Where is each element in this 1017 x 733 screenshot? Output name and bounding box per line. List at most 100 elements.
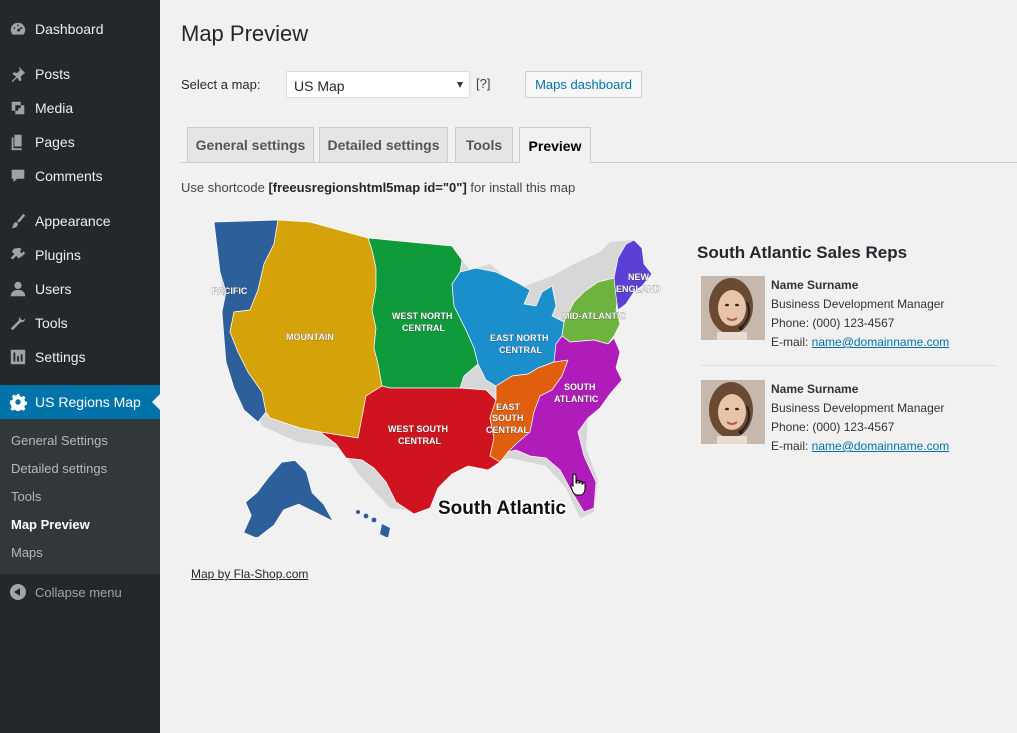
- region-alaska[interactable]: [243, 460, 334, 537]
- map-select[interactable]: US Map: [286, 71, 470, 98]
- rep-phone: Phone: (000) 123-4567: [771, 316, 895, 330]
- menu-label: Users: [35, 281, 72, 297]
- tab-tools[interactable]: Tools: [455, 127, 513, 162]
- menu-label: Appearance: [35, 213, 111, 229]
- submenu-maps[interactable]: Maps: [11, 545, 43, 560]
- menu-label: Comments: [35, 168, 103, 184]
- submenu-tools[interactable]: Tools: [11, 489, 41, 504]
- label-pacific: PACIFIC: [212, 286, 248, 296]
- region-hawaii[interactable]: [356, 510, 390, 537]
- label-esc-line1: EAST: [496, 402, 521, 412]
- tab-divider: [180, 162, 1017, 163]
- map-credit-link[interactable]: Map by Fla-Shop.com: [191, 567, 308, 581]
- collapse-icon: [10, 584, 26, 600]
- tab-detailed-settings[interactable]: Detailed settings: [319, 127, 448, 162]
- rep-avatar: [701, 276, 765, 340]
- brush-icon: [9, 212, 27, 230]
- rep-separator: [701, 365, 997, 366]
- shortcode-value: [freeusregionshtml5map id="0"]: [268, 180, 467, 195]
- label-ne-line2: ENGLAND: [616, 284, 661, 294]
- menu-us-regions-map[interactable]: US Regions Map: [0, 385, 160, 419]
- main-content: Map Preview Select a map: US Map [?] Map…: [160, 0, 1017, 733]
- dashboard-icon: [9, 20, 27, 38]
- rep-details: Name Surname Business Development Manage…: [771, 276, 949, 352]
- menu-label: Settings: [35, 349, 86, 365]
- reps-title: South Atlantic Sales Reps: [697, 243, 908, 262]
- page-title: Map Preview: [181, 21, 309, 46]
- menu-tools[interactable]: Tools: [0, 306, 160, 340]
- comment-icon: [9, 167, 27, 185]
- label-enc-line1: EAST NORTH: [490, 333, 549, 343]
- media-icon: [9, 99, 27, 117]
- submenu-general-settings[interactable]: General Settings: [11, 433, 108, 448]
- hawaii-island: [380, 524, 390, 537]
- menu-comments[interactable]: Comments: [0, 159, 160, 193]
- menu-label: Plugins: [35, 247, 81, 263]
- hover-region-label: South Atlantic: [438, 498, 566, 519]
- label-esc-line3: CENTRAL: [486, 425, 529, 435]
- rep-email-label: E-mail:: [771, 335, 812, 349]
- pin-icon: [9, 65, 27, 83]
- plug-icon: [9, 246, 27, 264]
- rep-avatar: [701, 380, 765, 444]
- menu-posts[interactable]: Posts: [0, 57, 160, 91]
- label-mountain: MOUNTAIN: [286, 332, 334, 342]
- label-enc-line2: CENTRAL: [499, 345, 542, 355]
- us-regions-map: PACIFIC MOUNTAIN WEST NORTH CENTRAL EAST…: [212, 219, 661, 537]
- rep-name: Name Surname: [771, 278, 859, 292]
- rep-email-label: E-mail:: [771, 439, 812, 453]
- rep-email-link[interactable]: name@domainname.com: [812, 335, 950, 349]
- rep-card: Name Surname Business Development Manage…: [701, 380, 1001, 453]
- label-sa-line2: ATLANTIC: [554, 394, 599, 404]
- map-select-value: US Map: [294, 78, 345, 94]
- rep-role: Business Development Manager: [771, 401, 945, 415]
- label-wnc-line2: CENTRAL: [402, 323, 445, 333]
- menu-label: Dashboard: [35, 21, 104, 37]
- maps-dashboard-button[interactable]: Maps dashboard: [525, 71, 642, 98]
- menu-users[interactable]: Users: [0, 272, 160, 306]
- tab-general-settings[interactable]: General settings: [187, 127, 314, 162]
- menu-plugins[interactable]: Plugins: [0, 238, 160, 272]
- menu-label: Pages: [35, 134, 75, 150]
- rep-email-link[interactable]: name@domainname.com: [812, 439, 950, 453]
- dropdown-arrow-icon: [457, 82, 463, 88]
- label-sa-line1: SOUTH: [564, 382, 596, 392]
- sliders-icon: [9, 348, 27, 366]
- rep-email-row: E-mail: name@domainname.com: [771, 437, 949, 456]
- rep-details: Name Surname Business Development Manage…: [771, 380, 949, 456]
- label-mid-atlantic: MID-ATLANTIC: [562, 311, 626, 321]
- submenu-detailed-settings[interactable]: Detailed settings: [11, 461, 107, 476]
- pages-icon: [9, 133, 27, 151]
- rep-phone: Phone: (000) 123-4567: [771, 420, 895, 434]
- label-wsc-line1: WEST SOUTH: [388, 424, 448, 434]
- menu-pages[interactable]: Pages: [0, 125, 160, 159]
- select-map-label: Select a map:: [181, 77, 261, 92]
- rep-role: Business Development Manager: [771, 297, 945, 311]
- rep-card: Name Surname Business Development Manage…: [701, 276, 1001, 349]
- shortcode-hint: Use shortcode [freeusregionshtml5map id=…: [181, 180, 575, 195]
- hawaii-island: [371, 517, 377, 523]
- gear-icon: [9, 393, 27, 411]
- tab-preview[interactable]: Preview: [519, 127, 591, 163]
- menu-media[interactable]: Media: [0, 91, 160, 125]
- label-esc-line2: SOUTH: [492, 413, 524, 423]
- collapse-menu-button[interactable]: Collapse menu: [0, 578, 160, 606]
- shortcode-suffix: for install this map: [466, 180, 576, 195]
- rep-name: Name Surname: [771, 382, 859, 396]
- hawaii-island: [356, 510, 360, 514]
- menu-label: Posts: [35, 66, 71, 82]
- help-link[interactable]: [?]: [476, 76, 490, 91]
- menu-settings[interactable]: Settings: [0, 340, 160, 374]
- wrench-icon: [9, 314, 27, 332]
- menu-appearance[interactable]: Appearance: [0, 204, 160, 238]
- menu-label: US Regions Map: [35, 394, 141, 410]
- admin-sidebar: Dashboard Posts Media Pages Comments App…: [0, 0, 160, 733]
- label-wnc-line1: WEST NORTH: [392, 311, 453, 321]
- label-wsc-line2: CENTRAL: [398, 436, 441, 446]
- submenu-map-preview[interactable]: Map Preview: [11, 517, 90, 532]
- collapse-label: Collapse menu: [35, 584, 122, 600]
- menu-dashboard[interactable]: Dashboard: [0, 12, 160, 46]
- label-ne-line1: NEW: [628, 272, 650, 282]
- shortcode-prefix: Use shortcode: [181, 180, 269, 195]
- menu-label: Tools: [35, 315, 68, 331]
